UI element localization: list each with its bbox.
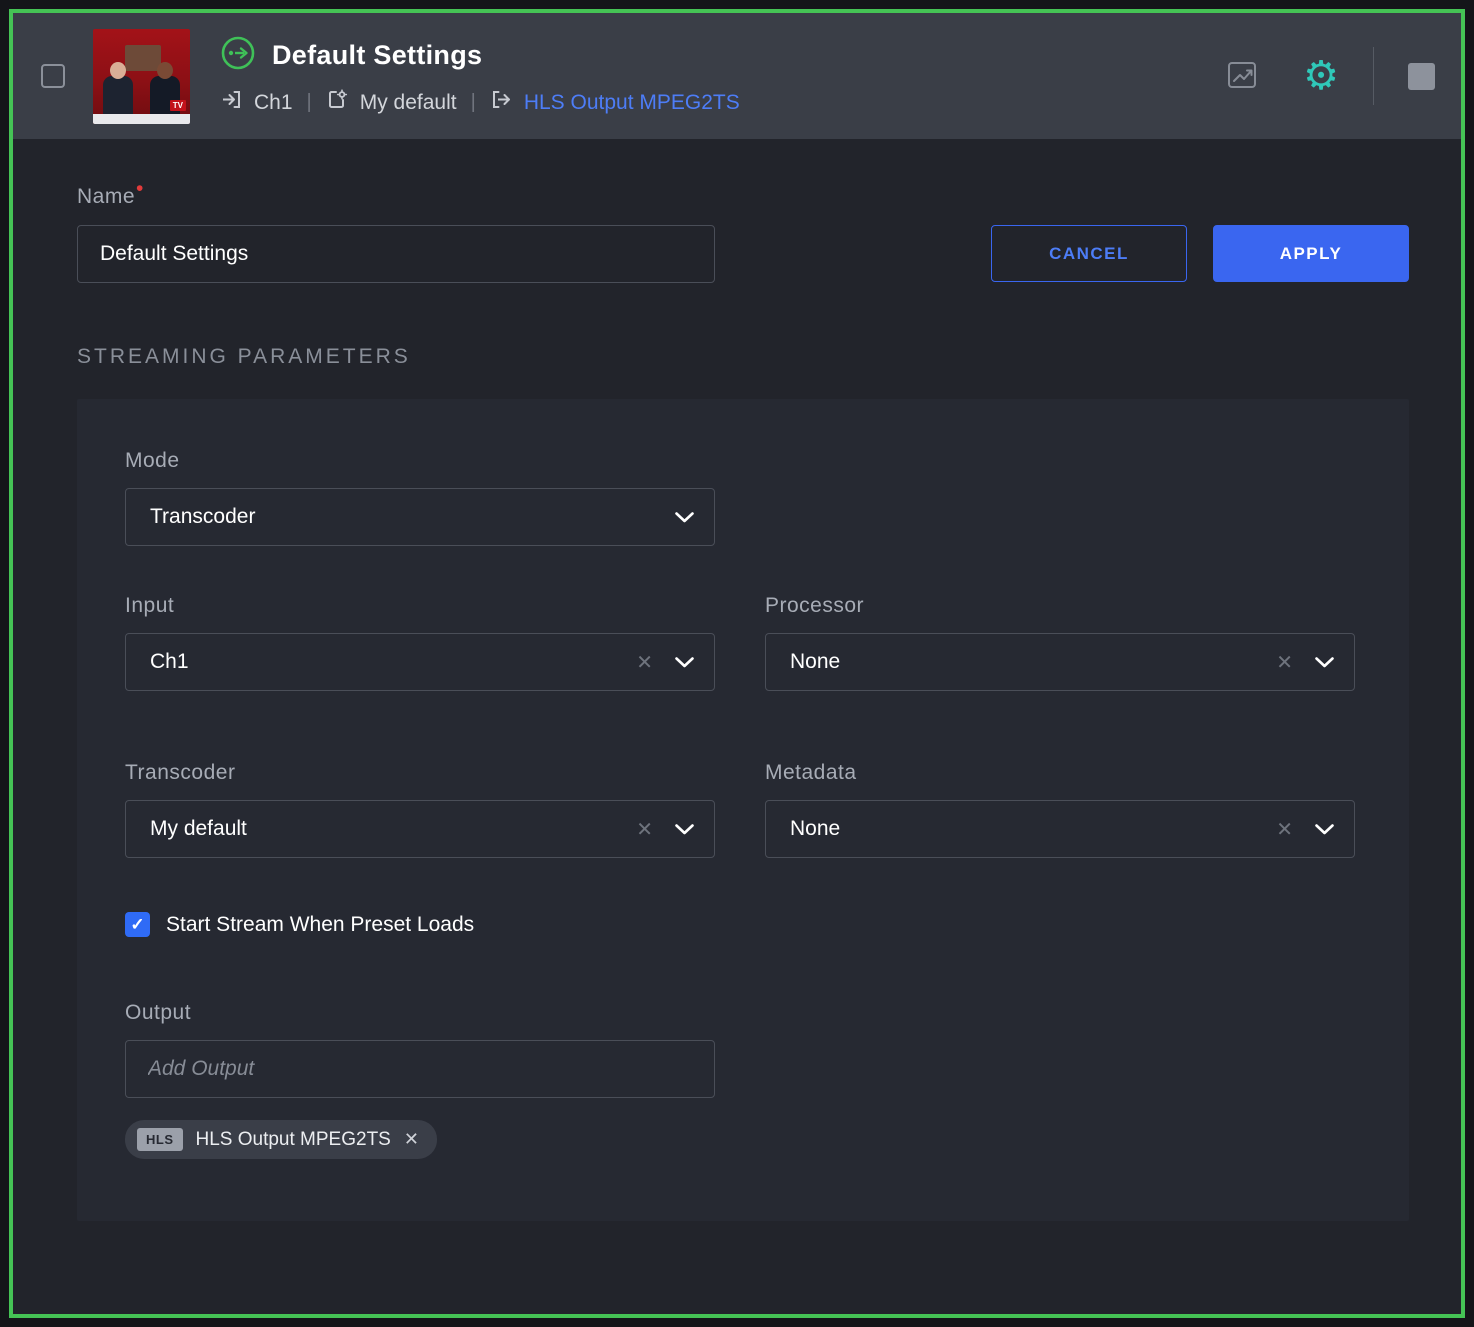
breadcrumb-input-label: Ch1 [254,91,293,115]
metadata-field: Metadata None ✕ [765,761,1355,858]
clear-icon[interactable]: ✕ [636,817,653,842]
name-label: Name• [77,185,715,209]
select-checkbox[interactable] [41,64,65,88]
breadcrumb-output-link[interactable]: HLS Output MPEG2TS [490,88,740,117]
processor-value: None [790,650,1276,674]
output-chip[interactable]: HLS HLS Output MPEG2TS ✕ [125,1120,437,1159]
thumbnail-head-right [157,62,173,79]
check-icon: ✓ [130,915,144,935]
mode-label: Mode [125,449,715,473]
output-icon [490,88,513,117]
title-block: Default Settings Ch1 | [220,35,740,117]
breadcrumb: Ch1 | [220,88,740,117]
input-icon [220,88,243,117]
metadata-select[interactable]: None ✕ [765,800,1355,858]
clear-icon[interactable]: ✕ [636,650,653,675]
settings-form: Name• CANCEL APPLY STREAMING PARAMETERS … [13,139,1461,1314]
breadcrumb-output-label: HLS Output MPEG2TS [524,91,740,115]
transcoder-icon [326,88,349,117]
panel-toggle-button[interactable] [1408,63,1435,90]
mode-value: Transcoder [150,505,675,529]
chip-remove-icon[interactable]: ✕ [404,1129,419,1150]
output-chip-label: HLS Output MPEG2TS [196,1129,391,1151]
input-field: Input Ch1 ✕ [125,594,715,691]
cancel-button[interactable]: CANCEL [991,225,1187,282]
page-title: Default Settings [272,40,482,71]
name-input[interactable] [77,225,715,283]
thumbnail-head-left [110,62,126,79]
name-row: Name• CANCEL APPLY [77,185,1409,283]
breadcrumb-input[interactable]: Ch1 [220,88,293,117]
chevron-down-icon [1315,657,1334,668]
thumbnail-desk [93,114,190,124]
transcoder-label: Transcoder [125,761,715,785]
thumbnail-screen [125,45,161,71]
thumbnail-person-left [103,76,133,116]
required-marker: • [136,177,144,200]
clear-icon[interactable]: ✕ [1276,650,1293,675]
processor-field: Processor None ✕ [765,594,1355,691]
app-frame: TV Default Settings [9,9,1465,1318]
settings-button[interactable]: ⚙ [1303,56,1339,96]
channel-thumbnail[interactable]: TV [93,29,190,124]
metadata-value: None [790,817,1276,841]
apply-button[interactable]: APPLY [1213,225,1409,282]
start-stream-checkbox-row[interactable]: ✓ Start Stream When Preset Loads [125,912,1361,937]
output-field: Output [125,1001,1361,1098]
input-label: Input [125,594,715,618]
transcoder-field: Transcoder My default ✕ [125,761,715,858]
header-divider [1373,47,1374,105]
breadcrumb-separator: | [471,91,476,114]
header-bar: TV Default Settings [13,13,1461,139]
hls-badge: HLS [137,1128,183,1151]
chevron-down-icon [675,512,694,523]
clear-icon[interactable]: ✕ [1276,817,1293,842]
chart-icon [1225,58,1259,95]
gear-icon: ⚙ [1303,56,1339,96]
streaming-parameters-heading: STREAMING PARAMETERS [77,345,1409,369]
header-actions: ⚙ [1225,47,1435,105]
input-value: Ch1 [150,650,636,674]
transcoder-value: My default [150,817,636,841]
thumbnail-tv-logo: TV [170,100,186,111]
stream-status-icon [220,35,256,76]
checkbox-checked-icon[interactable]: ✓ [125,912,150,937]
breadcrumb-separator: | [307,91,312,114]
breadcrumb-transcoder[interactable]: My default [326,88,457,117]
processor-select[interactable]: None ✕ [765,633,1355,691]
transcoder-select[interactable]: My default ✕ [125,800,715,858]
name-label-text: Name [77,185,135,208]
chevron-down-icon [675,824,694,835]
chevron-down-icon [1315,824,1334,835]
streaming-parameters-panel: Mode Transcoder Input Ch1 ✕ [77,399,1409,1221]
output-label: Output [125,1001,1361,1025]
chevron-down-icon [675,657,694,668]
breadcrumb-transcoder-label: My default [360,91,457,115]
processor-label: Processor [765,594,1355,618]
stats-button[interactable] [1225,58,1259,95]
output-chip-row: HLS HLS Output MPEG2TS ✕ [125,1120,1361,1159]
start-stream-label: Start Stream When Preset Loads [166,913,474,937]
form-buttons: CANCEL APPLY [991,225,1409,283]
add-output-input[interactable] [125,1040,715,1098]
mode-field: Mode Transcoder [125,449,715,546]
mode-select[interactable]: Transcoder [125,488,715,546]
metadata-label: Metadata [765,761,1355,785]
input-select[interactable]: Ch1 ✕ [125,633,715,691]
